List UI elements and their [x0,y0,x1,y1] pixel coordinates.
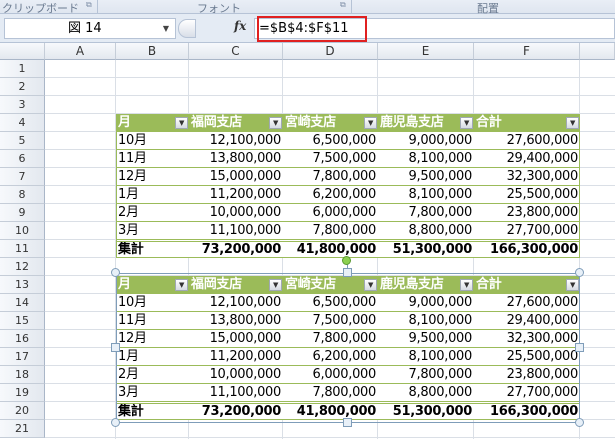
resize-handle[interactable] [575,343,584,352]
row-header-6[interactable]: 6 [0,150,45,168]
ribbon-group-labels: クリップボード ⧉ フォント ⧉ 配置 [0,0,615,15]
column-header-B[interactable]: B [116,43,189,60]
row-header-12[interactable]: 12 [0,258,45,276]
name-box-value: 図 14 [68,21,102,36]
resize-handle[interactable] [111,343,120,352]
row-header-16[interactable]: 16 [0,330,45,348]
row-header-5[interactable]: 5 [0,132,45,150]
column-header-F[interactable]: F [474,43,580,60]
row-header-18[interactable]: 18 [0,366,45,384]
row-header-14[interactable]: 14 [0,294,45,312]
name-box[interactable]: 図 14 ▼ [4,18,176,39]
row-header-4[interactable]: 4 [0,114,45,132]
worksheet-grid: A B C D E F 1 2 3 4 5 6 7 8 9 10 11 12 13 14 15 16 17 18 19 20 21 月… [0,43,615,439]
column-header-D[interactable]: D [283,43,378,60]
column-header-E[interactable]: E [378,43,474,60]
source-table [116,114,580,258]
row-header-13[interactable]: 13 [0,276,45,294]
row-header-3[interactable]: 3 [0,96,45,114]
resize-handle[interactable] [575,268,584,277]
row-header-8[interactable]: 8 [0,186,45,204]
gridline [45,77,615,78]
font-launcher-icon[interactable]: ⧉ [340,0,346,10]
column-header-G[interactable] [580,43,615,60]
formula-highlight-box [257,16,367,42]
select-all-corner[interactable] [0,43,45,60]
insert-function-icon[interactable]: fx [234,19,246,33]
row-header-9[interactable]: 9 [0,204,45,222]
row-header-17[interactable]: 17 [0,348,45,366]
row-header-1[interactable]: 1 [0,60,45,78]
resize-handle[interactable] [343,418,352,427]
row-header-15[interactable]: 15 [0,312,45,330]
resize-handle[interactable] [575,418,584,427]
row-header-7[interactable]: 7 [0,168,45,186]
gridline [45,95,615,96]
row-header-19[interactable]: 19 [0,384,45,402]
resize-handle[interactable] [111,418,120,427]
row-header-11[interactable]: 11 [0,240,45,258]
resize-handle[interactable] [343,268,352,277]
chevron-down-icon[interactable]: ▼ [163,19,169,38]
row-header-2[interactable]: 2 [0,78,45,96]
resize-handle[interactable] [111,268,120,277]
rotate-handle[interactable] [342,256,351,265]
clipboard-launcher-icon[interactable]: ⧉ [86,0,92,10]
name-box-resize-handle[interactable] [178,19,196,38]
row-header-10[interactable]: 10 [0,222,45,240]
picture-selection-frame[interactable] [116,273,580,423]
column-header-A[interactable]: A [45,43,116,60]
gridline [45,437,615,438]
row-header-21[interactable]: 21 [0,420,45,438]
column-header-C[interactable]: C [189,43,283,60]
row-header-20[interactable]: 20 [0,402,45,420]
